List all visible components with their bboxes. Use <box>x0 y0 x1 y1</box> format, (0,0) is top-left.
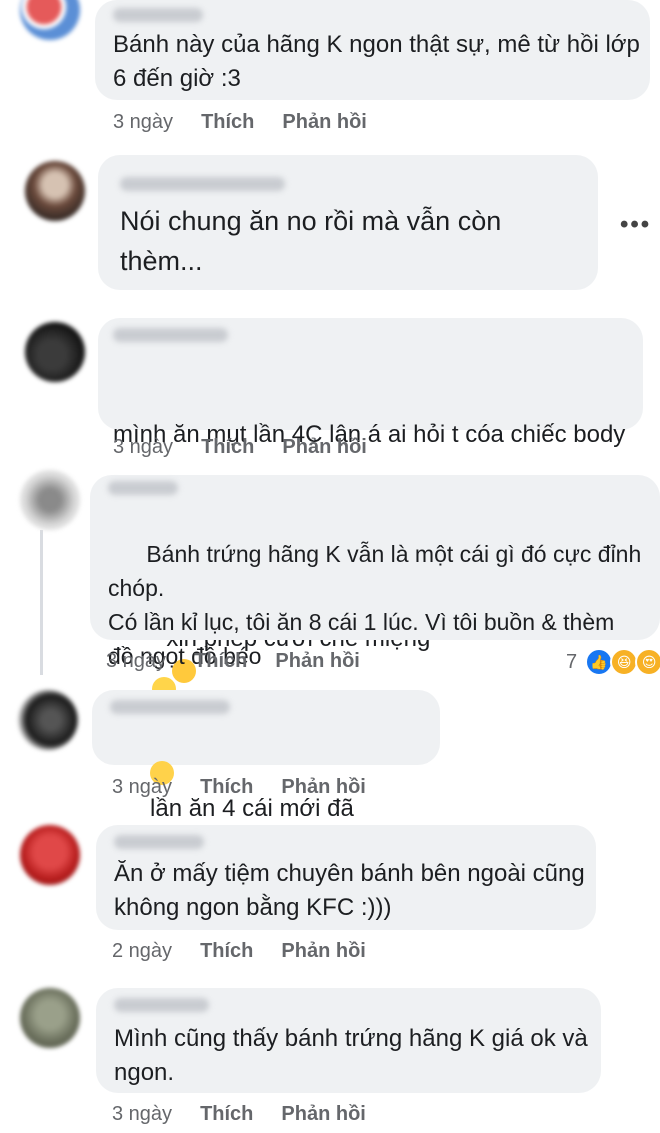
like-reaction-icon: 👍 <box>585 648 614 676</box>
reaction-count: 7 <box>566 650 578 673</box>
reply-button[interactable]: Phản hồi <box>282 111 366 134</box>
avatar[interactable] <box>20 0 80 40</box>
comment-bubble: Mình cũng thấy bánh trứng hãng K giá ok … <box>96 988 601 1093</box>
reply-button[interactable]: Phản hồi <box>282 436 366 459</box>
comment-bubble: lần ăn 4 cái mới đã <box>92 690 440 852</box>
blurred-author-name[interactable] <box>120 177 285 191</box>
blurred-author-name[interactable] <box>113 8 203 22</box>
avatar[interactable] <box>20 825 80 885</box>
comment-text: Bánh này của hãng K ngon thật sự, mê từ … <box>113 31 640 92</box>
more-icon[interactable]: ••• <box>620 211 651 239</box>
timestamp[interactable]: 3 ngày <box>112 776 172 799</box>
avatar[interactable] <box>20 470 80 530</box>
reply-button[interactable]: Phản hồi <box>275 650 359 673</box>
avatar[interactable] <box>18 690 78 750</box>
comment-actions: 3 ngày Thích Phản hồi <box>113 111 367 134</box>
comment-bubble: Ăn ở mấy tiệm chuyên bánh bên ngoài cũng… <box>96 825 596 930</box>
comment-text: Nói chung ăn no rồi mà vẫn còn thèm... <box>120 206 502 276</box>
comment-bubble: Bánh này của hãng K ngon thật sự, mê từ … <box>95 0 650 100</box>
haha-reaction-icon: 😆 <box>610 648 639 676</box>
like-button[interactable]: Thích <box>201 436 254 459</box>
comment-actions: 3 ngày Thích Phản hồi <box>106 650 360 673</box>
like-button[interactable]: Thích <box>201 111 254 134</box>
comment-actions: 2 ngày Thích Phản hồi <box>112 940 366 963</box>
reply-button[interactable]: Phản hồi <box>281 940 365 963</box>
avatar[interactable] <box>25 161 85 221</box>
blurred-author-name[interactable] <box>114 998 209 1012</box>
blurred-author-name[interactable] <box>110 700 230 714</box>
like-button[interactable]: Thích <box>200 776 253 799</box>
timestamp[interactable]: 2 ngày <box>112 940 172 963</box>
comment-text: Ăn ở mấy tiệm chuyên bánh bên ngoài cũng… <box>114 860 585 921</box>
comment-bubble: mình ăn mụt lần 4C lận á ai hỏi t cóa ch… <box>98 318 643 717</box>
comment-text-body: lần ăn 4 cái mới đã <box>150 795 354 822</box>
reaction-summary[interactable]: 7 👍 😆 😍 <box>566 648 660 676</box>
timestamp[interactable]: 3 ngày <box>113 111 173 134</box>
like-button[interactable]: Thích <box>194 650 247 673</box>
comment-bubble: Nói chung ăn no rồi mà vẫn còn thèm... <box>98 155 598 290</box>
timestamp[interactable]: 3 ngày <box>113 436 173 459</box>
reply-button[interactable]: Phản hồi <box>281 776 365 799</box>
blurred-author-name[interactable] <box>113 328 228 342</box>
reply-button[interactable]: Phản hồi <box>281 1103 365 1126</box>
comment-actions: 3 ngày Thích Phản hồi <box>112 1103 366 1126</box>
thread-line <box>40 530 43 675</box>
comment-actions: 3 ngày Thích Phản hồi <box>113 436 367 459</box>
comment-bubble: Bánh trứng hãng K vẫn là một cái gì đó c… <box>90 475 660 701</box>
timestamp[interactable]: 3 ngày <box>106 650 166 673</box>
avatar[interactable] <box>25 322 85 382</box>
blurred-author-name[interactable] <box>108 481 178 495</box>
comment-text: Mình cũng thấy bánh trứng hãng K giá ok … <box>114 1025 588 1086</box>
like-button[interactable]: Thích <box>200 940 253 963</box>
blurred-author-name[interactable] <box>114 835 204 849</box>
like-button[interactable]: Thích <box>200 1103 253 1126</box>
avatar[interactable] <box>20 988 80 1048</box>
love-reaction-icon: 😍 <box>635 648 660 676</box>
comment-actions: 3 ngày Thích Phản hồi <box>112 776 366 799</box>
timestamp[interactable]: 3 ngày <box>112 1103 172 1126</box>
